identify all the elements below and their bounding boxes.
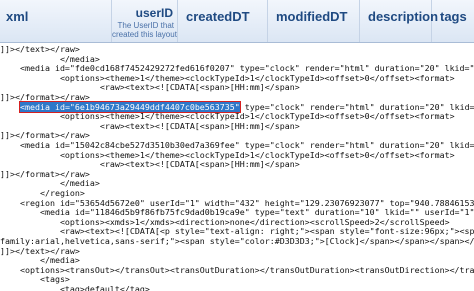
column-title-modifieddt: modifiedDT: [276, 9, 348, 24]
column-header-xml[interactable]: xml: [0, 0, 112, 42]
xml-cell-content[interactable]: ]]></text></raw> </media> <media id="fde…: [0, 43, 474, 291]
column-title-tags: tags: [440, 9, 467, 24]
grid-header: xml userID The UserID that created this …: [0, 0, 474, 43]
xml-code-text: [0, 102, 20, 112]
column-header-createddt[interactable]: createdDT: [178, 0, 268, 42]
column-title-xml: xml: [6, 9, 29, 24]
xml-code-line: <options><transOut></transOut><transOutD…: [19, 264, 474, 275]
xml-code-text: type="clock" render="html" duration="20"…: [244, 101, 474, 112]
column-header-userid[interactable]: userID The UserID that created this layo…: [112, 0, 178, 42]
userid-description-line-1: The UserID that: [117, 21, 174, 30]
column-header-tags[interactable]: tags: [432, 0, 474, 42]
xml-code-line: <tag>default</tag>: [0, 284, 150, 291]
column-header-modifieddt[interactable]: modifiedDT: [268, 0, 360, 42]
column-title-description: description: [368, 9, 439, 24]
userid-description-line-2: created this layout: [112, 30, 177, 39]
column-title-userid: userID: [135, 6, 173, 20]
column-description-userid: The UserID that created this layout: [112, 21, 177, 39]
column-header-description[interactable]: description: [360, 0, 438, 42]
selected-text-highlight[interactable]: <media id="6e1b94673a29449ddf4407c0be563…: [18, 100, 241, 113]
column-title-createddt: createdDT: [186, 9, 250, 24]
